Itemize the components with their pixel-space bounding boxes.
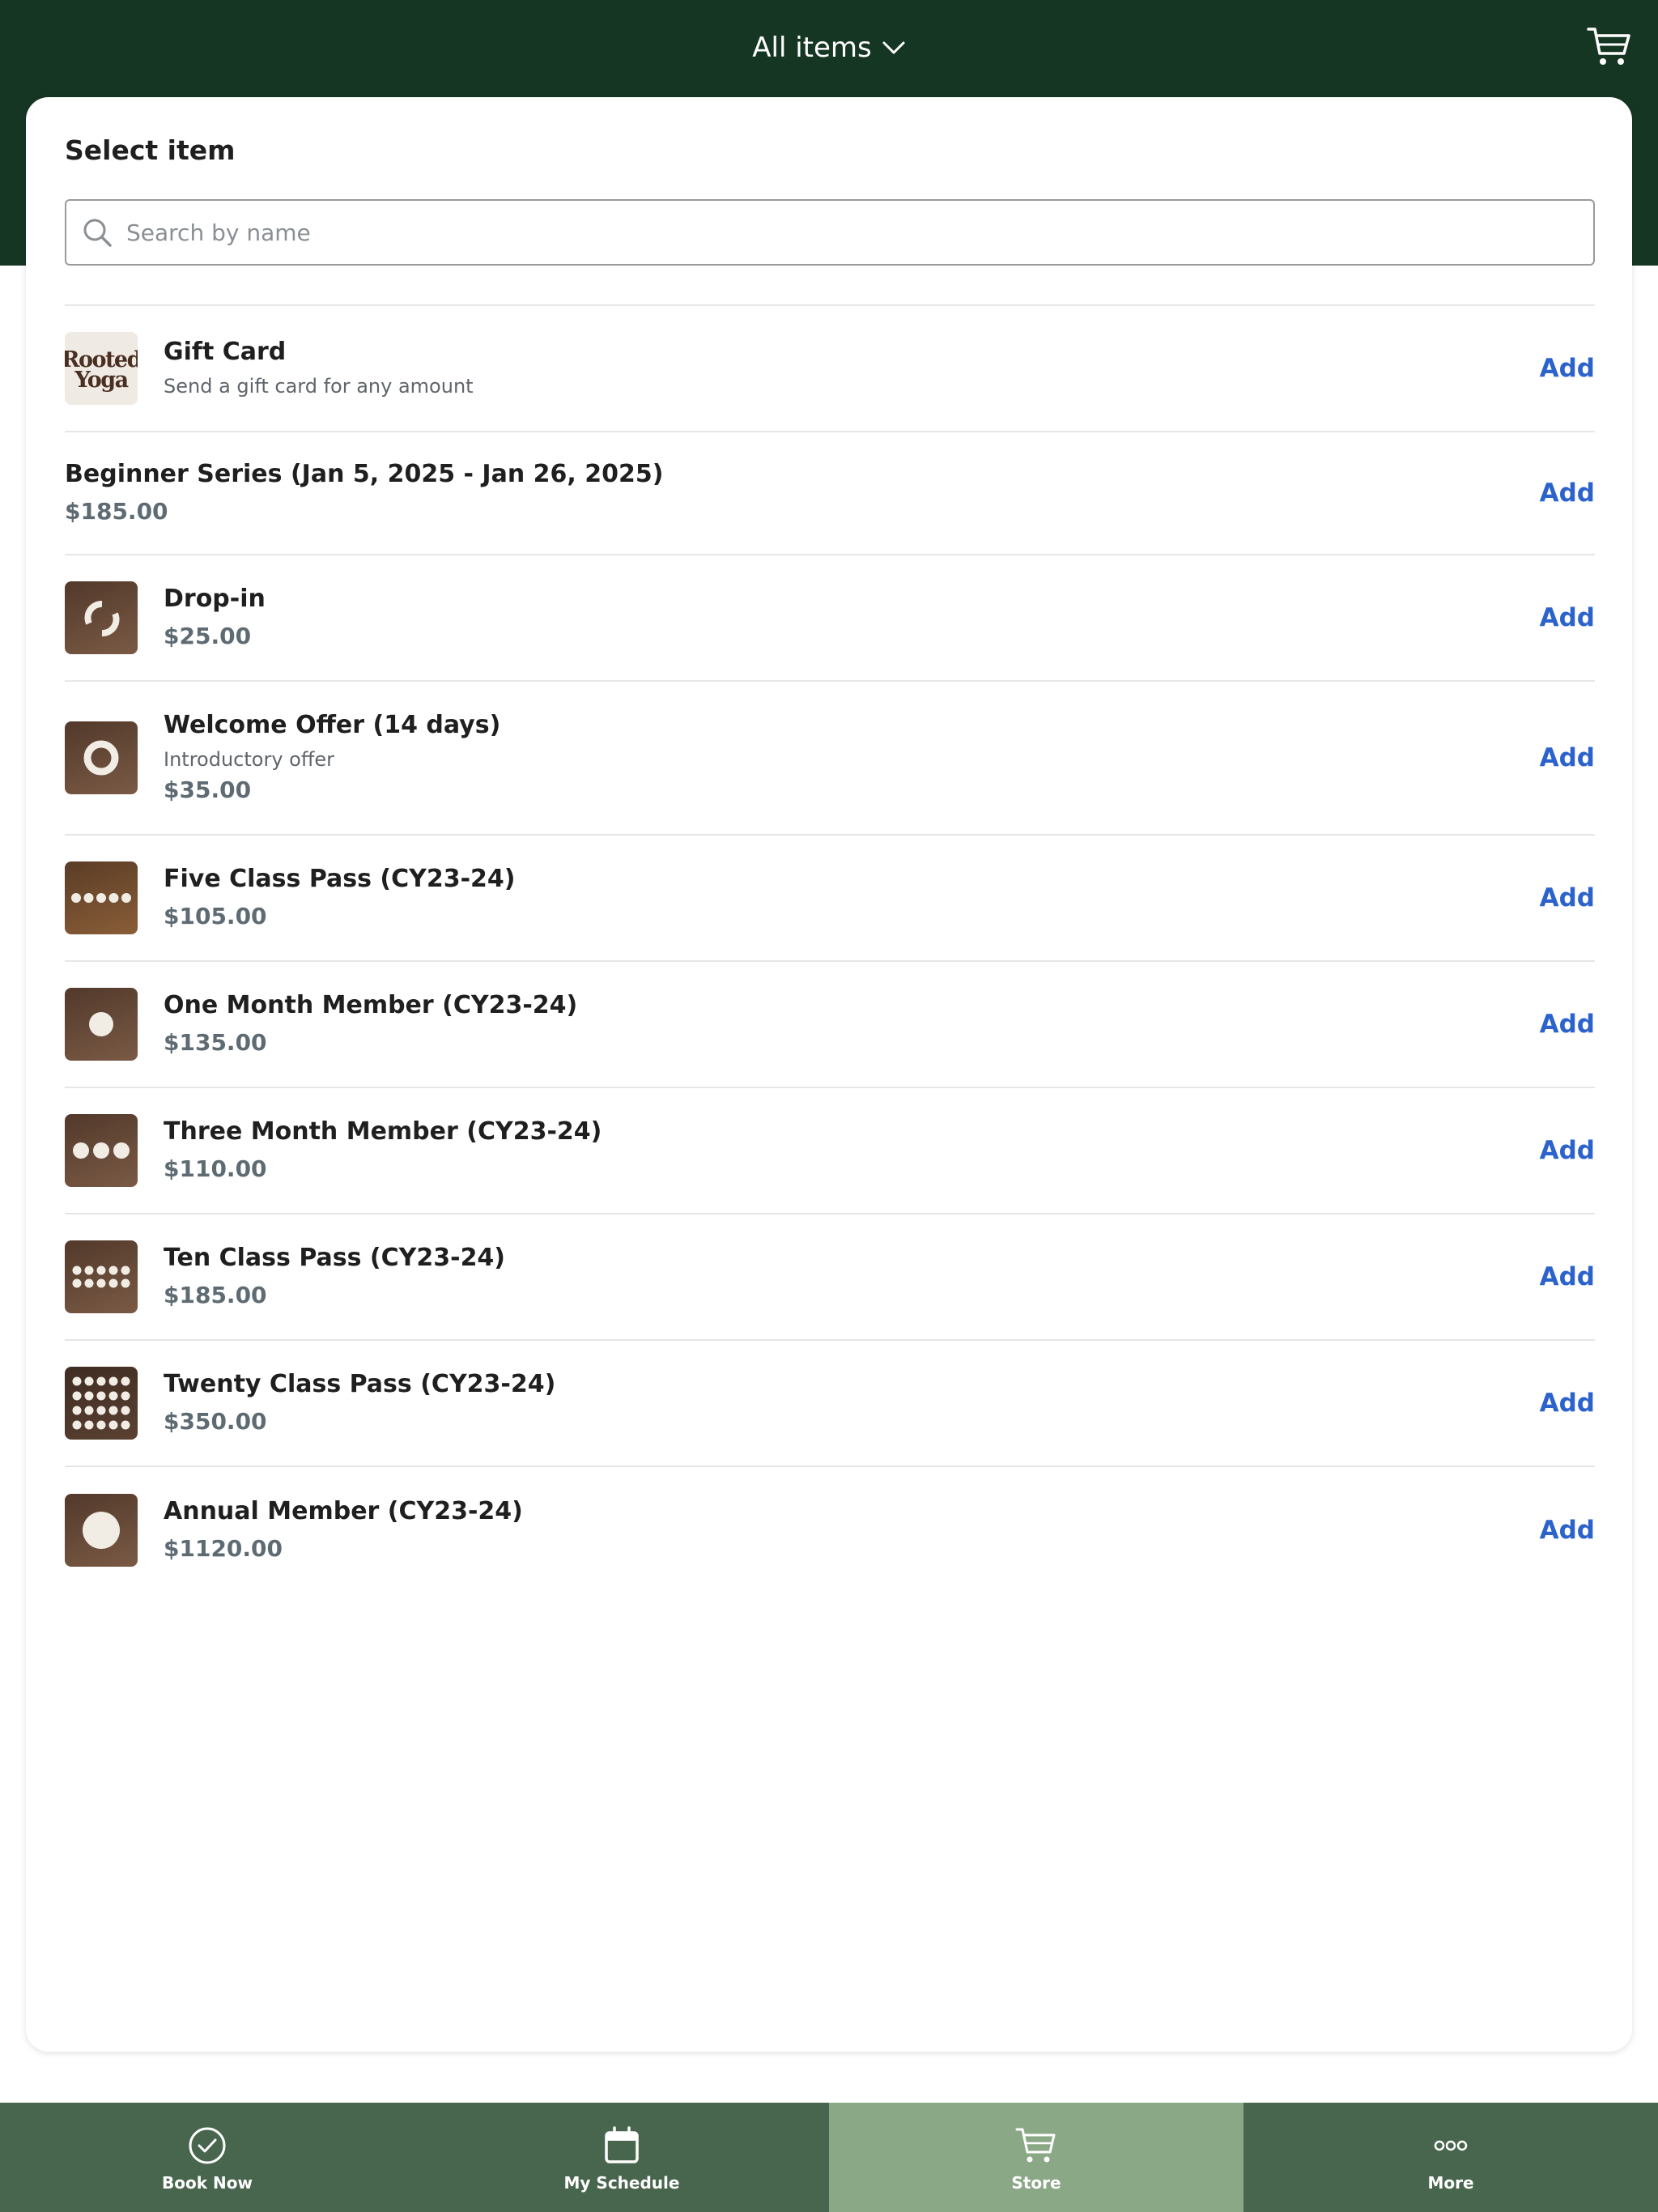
item-price: $185.00	[65, 498, 168, 525]
bottom-tab-bar: Book Now My Schedule Store More	[0, 2103, 1658, 2212]
item-name: Annual Member (CY23-24)	[164, 1497, 523, 1525]
item-thumbnail	[65, 581, 138, 654]
item-price: $35.00	[164, 776, 252, 803]
large-dot-icon	[83, 1512, 120, 1549]
list-item-twenty-class-pass: Twenty Class Pass (CY23-24) $350.00 Add	[65, 1341, 1595, 1467]
item-name: Drop-in	[164, 585, 266, 613]
item-name: Ten Class Pass (CY23-24)	[164, 1244, 506, 1272]
item-thumbnail	[65, 1367, 138, 1440]
item-name: Welcome Offer (14 days)	[164, 711, 501, 739]
list-item-ten-class-pass: Ten Class Pass (CY23-24) $185.00 Add	[65, 1214, 1595, 1341]
add-button[interactable]: Add	[1540, 1262, 1595, 1291]
item-list: Rooted Yoga Gift Card Send a gift card f…	[65, 304, 1595, 1593]
search-box	[65, 199, 1595, 266]
tab-label: Book Now	[162, 2172, 253, 2193]
logo-text-2: Yoga	[74, 368, 128, 393]
item-name: Five Class Pass (CY23-24)	[164, 865, 516, 893]
add-button[interactable]: Add	[1540, 883, 1595, 912]
tab-label: My Schedule	[563, 2172, 680, 2193]
list-item-annual-member: Annual Member (CY23-24) $1120.00 Add	[65, 1467, 1595, 1593]
add-button[interactable]: Add	[1540, 603, 1595, 632]
ring-icon	[83, 740, 119, 776]
calendar-icon	[605, 2125, 639, 2163]
chevron-down-icon	[882, 41, 905, 54]
item-price: $25.00	[164, 623, 252, 649]
item-price: $135.00	[164, 1029, 267, 1056]
list-item-drop-in: Drop-in $25.00 Add	[65, 555, 1595, 682]
item-thumbnail	[65, 721, 138, 794]
item-thumbnail	[65, 861, 138, 934]
twenty-dots-icon	[72, 1376, 130, 1430]
cart-icon	[1587, 28, 1630, 65]
tab-store[interactable]: Store	[829, 2103, 1244, 2212]
item-name: Twenty Class Pass (CY23-24)	[164, 1370, 556, 1398]
list-item-three-month-member: Three Month Member (CY23-24) $110.00 Add	[65, 1088, 1595, 1214]
item-description: Send a gift card for any amount	[164, 375, 474, 398]
list-item-gift-card: Rooted Yoga Gift Card Send a gift card f…	[65, 306, 1595, 432]
item-price: $350.00	[164, 1408, 267, 1435]
add-button[interactable]: Add	[1540, 743, 1595, 772]
header: All items	[0, 0, 1658, 96]
one-dot-icon	[89, 1012, 113, 1036]
tab-label: Store	[1011, 2172, 1061, 2193]
tab-book-now[interactable]: Book Now	[0, 2103, 414, 2212]
item-thumbnail	[65, 1240, 138, 1313]
cart-button[interactable]	[1585, 23, 1634, 71]
five-dots-icon	[71, 893, 131, 903]
category-dropdown[interactable]: All items	[752, 32, 906, 64]
add-button[interactable]: Add	[1540, 1516, 1595, 1545]
item-name: Gift Card	[164, 338, 287, 366]
tab-label: More	[1427, 2172, 1474, 2193]
select-item-panel: Select item Rooted Yoga Gift Card Send a…	[26, 97, 1632, 2052]
rooted-yoga-logo: Rooted Yoga	[65, 332, 138, 405]
add-button[interactable]: Add	[1540, 1010, 1595, 1039]
more-dots-icon	[1434, 2140, 1468, 2150]
item-name: Three Month Member (CY23-24)	[164, 1117, 602, 1146]
broken-circle-icon	[84, 601, 120, 636]
add-button[interactable]: Add	[1540, 479, 1595, 508]
list-item-five-class-pass: Five Class Pass (CY23-24) $105.00 Add	[65, 836, 1595, 962]
list-item-welcome-offer: Welcome Offer (14 days) Introductory off…	[65, 682, 1595, 836]
check-circle-icon	[189, 2127, 226, 2163]
item-thumbnail	[65, 1494, 138, 1567]
cart-icon	[1015, 2128, 1056, 2162]
add-button[interactable]: Add	[1540, 354, 1595, 383]
tab-my-schedule[interactable]: My Schedule	[414, 2103, 829, 2212]
list-item-beginner-series: Beginner Series (Jan 5, 2025 - Jan 26, 2…	[65, 432, 1595, 555]
item-name: One Month Member (CY23-24)	[164, 991, 578, 1019]
add-button[interactable]: Add	[1540, 1136, 1595, 1165]
category-dropdown-label: All items	[752, 32, 872, 64]
ten-dots-icon	[72, 1266, 130, 1288]
item-price: $185.00	[164, 1282, 267, 1308]
item-price: $1120.00	[164, 1535, 283, 1562]
item-price: $105.00	[164, 903, 267, 929]
search-input[interactable]	[126, 219, 1593, 246]
item-thumbnail	[65, 1114, 138, 1187]
search-icon	[83, 219, 112, 247]
three-dots-icon	[73, 1142, 130, 1159]
item-description: Introductory offer	[164, 748, 335, 771]
list-item-one-month-member: One Month Member (CY23-24) $135.00 Add	[65, 962, 1595, 1088]
item-name: Beginner Series (Jan 5, 2025 - Jan 26, 2…	[65, 460, 664, 488]
panel-title: Select item	[65, 134, 236, 166]
add-button[interactable]: Add	[1540, 1389, 1595, 1418]
item-thumbnail	[65, 988, 138, 1061]
item-price: $110.00	[164, 1155, 267, 1182]
tab-more[interactable]: More	[1244, 2103, 1658, 2212]
